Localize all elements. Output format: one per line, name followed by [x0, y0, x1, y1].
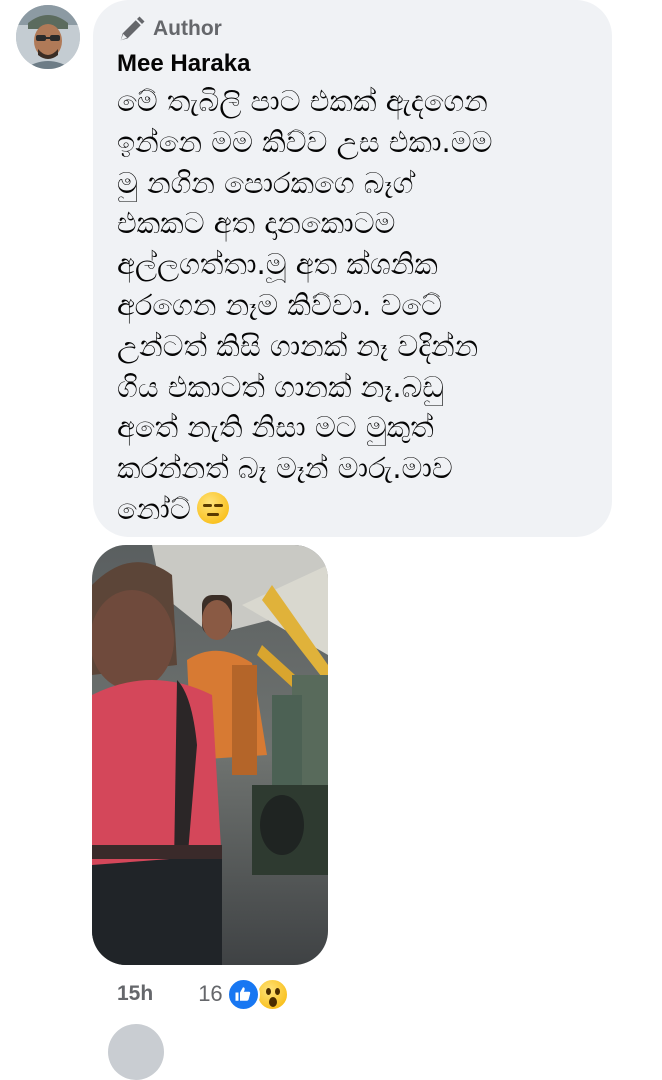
like-icon [226, 977, 260, 1011]
comment-line: එකකට අත දානකොටම [117, 206, 396, 241]
pen-icon [120, 16, 145, 41]
avatar-photo [16, 5, 80, 69]
reaction-count[interactable]: 16 [198, 981, 222, 1007]
comment-line: නෝට් [117, 491, 191, 526]
comment-line: මු නගින පොරකගෙ බෑග් [117, 165, 414, 200]
comment-timestamp[interactable]: 15h [117, 982, 153, 1006]
comment-bubble: Author Mee Haraka මේ තැබිලි පාට එකක් ඇදග… [93, 0, 612, 537]
reaction-icons[interactable] [226, 977, 289, 1011]
comment-line: උන්ටත් කිසි ගානක් නෑ වදින්න [117, 328, 479, 363]
comment-line: අරගෙන නෑම කිව්වා. වටේ [117, 287, 443, 322]
comment-meta: 15h 16 [117, 977, 289, 1011]
photo-attachment [92, 545, 328, 965]
comment-text: මේ තැබිලි පාට එකක් ඇදගෙන ඉන්නෙ මම කිව්ව … [117, 81, 582, 530]
comment-line: ගිය එකාටත් ගානක් නෑ.බඩු [117, 369, 444, 404]
comment-line-last: නෝට් [117, 489, 582, 530]
expressionless-face-emoji [196, 491, 229, 524]
comment-line: ඉන්නෙ මම කිව්ව උස එකා.මම [117, 124, 493, 159]
wow-icon [255, 977, 289, 1011]
author-badge: Author [117, 14, 582, 44]
next-comment-avatar[interactable] [108, 1024, 164, 1080]
author-badge-label: Author [153, 17, 222, 40]
author-name[interactable]: Mee Haraka [117, 49, 582, 79]
author-avatar[interactable] [16, 5, 80, 69]
comment-line: කරන්නත් බෑ මෑන් මාරු.මාව [117, 451, 453, 486]
comment-line: අතේ නැති නිසා මට මුකුත් [117, 410, 434, 445]
comment-photo-attachment[interactable] [92, 545, 328, 965]
comment-line: අල්ලගත්තා.මූ අත ක්ශනික [117, 247, 438, 282]
thumbs-up-icon [235, 987, 251, 1001]
comment-line: මේ තැබිලි පාට එකක් ඇදගෙන [117, 84, 488, 118]
